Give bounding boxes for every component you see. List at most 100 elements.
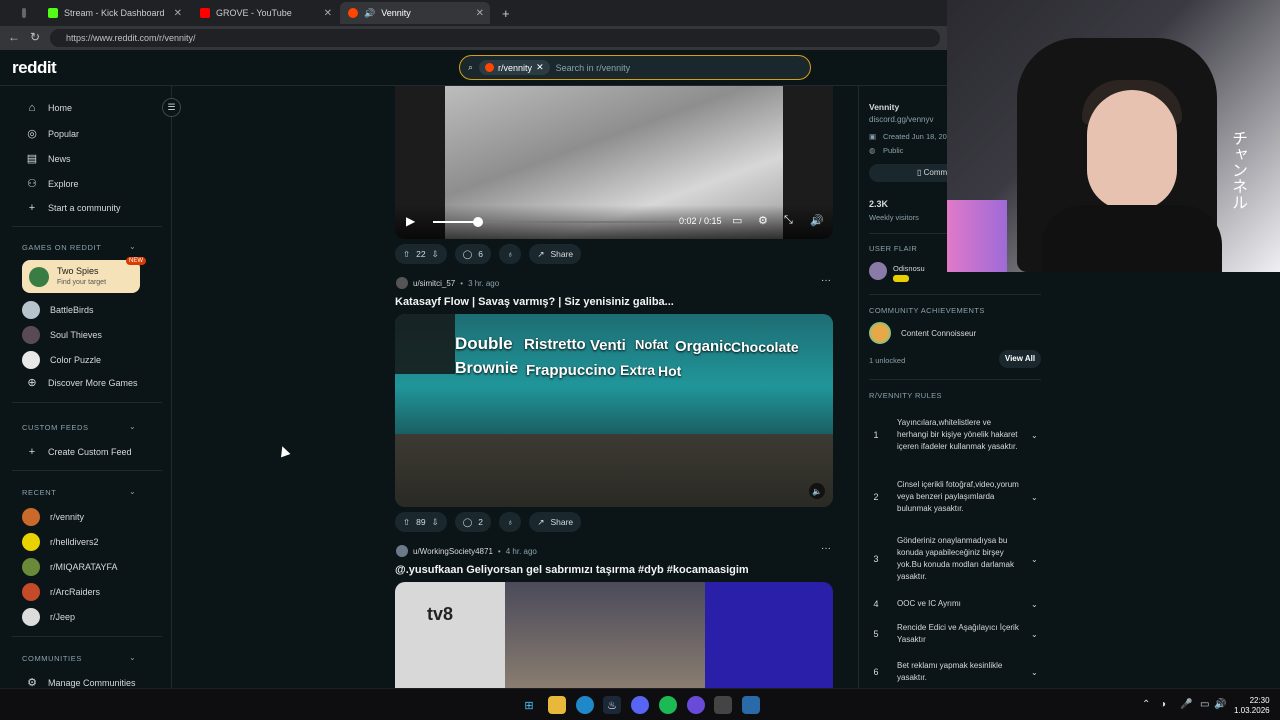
volume-icon[interactable]: 🔊 — [1214, 699, 1226, 710]
sidebar-item-recent[interactable]: r/MIQARATAYFA — [22, 558, 118, 576]
sidebar-item-recent[interactable]: r/Jeep — [22, 608, 75, 626]
sidebar-item-popular[interactable]: ◎ Popular — [26, 127, 79, 140]
gear-icon[interactable]: ⚙ — [758, 214, 768, 227]
play-icon[interactable]: ▶ — [406, 214, 415, 228]
sidebar-item-recent[interactable]: r/vennity — [22, 508, 84, 526]
discord-icon[interactable] — [631, 696, 649, 714]
avatar[interactable] — [396, 277, 408, 289]
chip-close-icon[interactable]: ✕ — [536, 62, 544, 73]
sidebar-item-create-feed[interactable]: + Create Custom Feed — [26, 446, 132, 458]
sidebar-item-recent[interactable]: r/helldivers2 — [22, 533, 99, 551]
chevron-down-icon[interactable]: ⌄ — [129, 422, 136, 431]
chevron-down-icon[interactable]: ⌄ — [1031, 555, 1038, 564]
wifi-icon[interactable]: ▭ — [1200, 699, 1209, 710]
post-title[interactable]: @.yusufkaan Geliyorsan gel sabrımızı taş… — [395, 564, 749, 576]
post-video-player[interactable]: tv8 — [395, 582, 833, 688]
spotify-icon[interactable] — [659, 696, 677, 714]
sidebar-item-manage-communities[interactable]: ⚙ Manage Communities — [26, 676, 135, 688]
chevron-down-icon[interactable]: ⌄ — [1031, 600, 1038, 609]
video-seek-bar[interactable] — [433, 217, 681, 227]
rule-item[interactable]: 1 Yayıncılara,whitelistlere ve herhangi b… — [869, 410, 1041, 460]
mute-icon[interactable]: 🔈 — [809, 483, 825, 499]
post-video-player[interactable]: Double Ristretto Venti Nofat Organic Cho… — [395, 314, 833, 507]
tab-kick-dashboard[interactable]: Stream - Kick Dashboard ✕ — [40, 2, 188, 24]
sidebar-item-recent[interactable]: r/ArcRaiders — [22, 583, 100, 601]
search-chip[interactable]: r/vennity ✕ — [479, 60, 550, 75]
new-tab-button[interactable]: + — [494, 2, 514, 24]
post-author[interactable]: u/WorkingSociety4871 — [413, 547, 493, 556]
chevron-down-icon[interactable]: ⌄ — [1031, 493, 1038, 502]
fullscreen-icon[interactable]: ⤡ — [784, 214, 793, 227]
downvote-icon[interactable]: ⇩ — [432, 517, 439, 528]
file-explorer-icon[interactable] — [548, 696, 566, 714]
app-icon[interactable] — [742, 696, 760, 714]
section-header-custom-feeds[interactable]: CUSTOM FEEDS — [22, 423, 89, 432]
section-header-communities[interactable]: COMMUNITIES — [22, 654, 82, 663]
sidebar-item-game[interactable]: Color Puzzle — [22, 351, 101, 369]
upvote-icon[interactable]: ⇧ — [403, 249, 410, 260]
section-header-games[interactable]: GAMES ON REDDIT — [22, 243, 101, 252]
post-video-player[interactable]: ▶ 0:02 / 0:15 ▭ ⚙ ⤡ 🔊 — [395, 86, 833, 239]
close-tab-icon[interactable]: ✕ — [324, 8, 332, 19]
community-link[interactable]: discord.gg/vennyv — [869, 115, 933, 124]
chevron-down-icon[interactable]: ⌄ — [129, 487, 136, 496]
sidebar-item-explore[interactable]: ⚇ Explore — [26, 177, 78, 190]
rule-item[interactable]: 2 Cinsel içerikli fotoğraf,video,yorum ve… — [869, 472, 1041, 522]
avatar[interactable] — [396, 545, 408, 557]
close-tab-icon[interactable]: ✕ — [476, 8, 484, 19]
edge-icon[interactable] — [576, 696, 594, 714]
url-field[interactable]: https://www.reddit.com/r/vennity/ — [50, 29, 940, 47]
sidebar-item-game[interactable]: BattleBirds — [22, 301, 94, 319]
back-icon[interactable]: ← — [8, 30, 20, 44]
post-author[interactable]: u/simitci_57 — [413, 279, 455, 288]
view-all-button[interactable]: View All — [999, 350, 1041, 368]
system-clock[interactable]: 22:30 1.03.2026 — [1234, 696, 1270, 716]
chevron-down-icon[interactable]: ⌄ — [129, 242, 136, 251]
achievement-name[interactable]: Content Connoisseur — [901, 329, 976, 338]
award-button[interactable]: ♁ — [498, 512, 522, 532]
more-options-icon[interactable]: ··· — [821, 275, 831, 286]
upvote-icon[interactable]: ⇧ — [403, 517, 410, 528]
tab-vennity[interactable]: 🔊 Vennity ✕ — [340, 2, 490, 24]
avatar[interactable] — [869, 262, 887, 280]
chevron-down-icon[interactable]: ⌄ — [1031, 630, 1038, 639]
share-button[interactable]: ↗ Share — [529, 512, 582, 532]
seek-handle[interactable] — [472, 217, 483, 227]
rule-item[interactable]: 6 Bet reklamı yapmak kesinlikle yasaktır.… — [869, 659, 1041, 685]
award-button[interactable]: ♁ — [498, 244, 522, 264]
more-options-icon[interactable]: ··· — [821, 543, 831, 554]
comments-button[interactable]: ◯ 6 — [454, 244, 491, 264]
post-title[interactable]: Katasayf Flow | Savaş varmış? | Siz yeni… — [395, 296, 674, 308]
captions-icon[interactable]: ▭ — [732, 214, 742, 227]
chevron-down-icon[interactable]: ⌄ — [1031, 668, 1038, 677]
obs-icon[interactable] — [687, 696, 705, 714]
share-button[interactable]: ↗ Share — [529, 244, 582, 264]
app-icon[interactable] — [714, 696, 732, 714]
section-header-recent[interactable]: RECENT — [22, 488, 56, 497]
chevron-down-icon[interactable]: ⌄ — [129, 653, 136, 662]
featured-game-two-spies[interactable]: Two Spies Find your target NEW — [22, 257, 146, 293]
steam-icon[interactable]: ♨ — [603, 696, 621, 714]
volume-icon[interactable]: 🔊 — [810, 214, 824, 227]
tab-youtube[interactable]: GROVE - YouTube ✕ — [192, 2, 338, 24]
sidebar-toggle-button[interactable]: ☰ — [162, 98, 181, 117]
search-bar[interactable]: ⌕ r/vennity ✕ Search in r/vennity — [459, 55, 811, 80]
chevron-down-icon[interactable]: ⌄ — [1031, 431, 1038, 440]
rule-item[interactable]: 5 Rencide Edici ve Aşağılayıcı İçerik Yas… — [869, 621, 1041, 647]
sidebar-item-home[interactable]: ⌂ Home — [26, 102, 72, 114]
sidebar-item-start-community[interactable]: + Start a community — [26, 202, 121, 214]
reddit-logo[interactable]: reddit — [12, 58, 57, 78]
reload-icon[interactable]: ↻ — [30, 30, 40, 44]
search-placeholder[interactable]: Search in r/vennity — [556, 63, 631, 73]
comments-button[interactable]: ◯ 2 — [454, 512, 491, 532]
rule-item[interactable]: 3 Gönderiniz onaylanmadıysa bu konuda yap… — [869, 534, 1041, 584]
sidebar-item-game[interactable]: Soul Thieves — [22, 326, 102, 344]
microphone-icon[interactable]: 🎤 — [1180, 699, 1192, 710]
downvote-icon[interactable]: ⇩ — [432, 249, 439, 260]
sidebar-item-discover-games[interactable]: ⊕ Discover More Games — [26, 376, 137, 389]
rule-item[interactable]: 4 OOC ve IC Ayrımı ⌄ — [869, 596, 1041, 612]
start-icon[interactable]: ⊞ — [520, 696, 538, 714]
close-tab-icon[interactable]: ✕ — [174, 8, 182, 19]
tab-pinned[interactable] — [14, 2, 34, 24]
chevron-up-icon[interactable]: ⌃ — [1142, 699, 1150, 710]
